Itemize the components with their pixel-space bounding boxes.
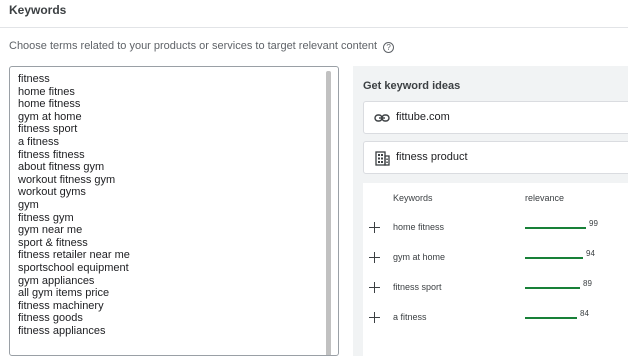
section-title: Keywords <box>9 3 67 17</box>
keyword-line: fitness <box>18 73 50 85</box>
keyword-line: gym appliances <box>18 274 95 287</box>
idea-keyword: a fitness <box>393 312 427 322</box>
product-value: fitness product <box>396 151 468 163</box>
keyword-ideas-panel: Get keyword ideas fittube.com fitness pr… <box>353 66 628 363</box>
keyword-line: home fitnes <box>18 85 75 98</box>
keyword-line: gym <box>18 198 39 211</box>
textarea-scrollbar[interactable] <box>326 71 331 355</box>
relevance-value: 94 <box>586 249 595 258</box>
keyword-idea-row: home fitness 99 <box>363 215 628 245</box>
keywords-list: fitness home fitnes home fitness gym at hom… <box>18 73 130 337</box>
keywords-header: Keywords <box>0 0 628 28</box>
link-icon <box>374 114 390 122</box>
relevance-value: 89 <box>583 279 592 288</box>
keywords-description: Choose terms related to your products or… <box>9 40 395 53</box>
add-keyword-icon[interactable] <box>369 252 380 263</box>
building-icon <box>375 151 390 166</box>
keyword-line: fitness sport <box>18 123 78 136</box>
keyword-line: sportschool equipment <box>18 261 129 274</box>
add-keyword-icon[interactable] <box>369 282 380 293</box>
keyword-ideas-results: Keywords relevance home fitness 99 gym at … <box>363 183 628 363</box>
keyword-line: fitness goods <box>18 312 83 325</box>
relevance-value: 84 <box>580 309 589 318</box>
keyword-line: fitness fitness <box>18 148 85 161</box>
relevance-bar <box>525 317 577 319</box>
relevance-bar <box>525 227 586 229</box>
keyword-line: fitness appliances <box>18 324 106 337</box>
keyword-line: home fitness <box>18 98 81 111</box>
keyword-idea-row: gym at home 94 <box>363 245 628 275</box>
idea-keyword: home fitness <box>393 222 445 232</box>
column-header-keywords: Keywords <box>393 193 433 203</box>
keyword-idea-row: a fitness 84 <box>363 305 628 335</box>
relevance-bar <box>525 257 583 259</box>
description-text: Choose terms related to your products or… <box>9 40 378 52</box>
relevance-value: 99 <box>589 219 598 228</box>
keyword-line: fitness retailer near me <box>18 249 130 262</box>
ideas-title: Get keyword ideas <box>363 80 461 92</box>
website-url-field[interactable]: fittube.com <box>363 101 628 134</box>
column-header-relevance: relevance <box>525 193 565 203</box>
website-url-value: fittube.com <box>396 111 450 123</box>
relevance-bar <box>525 287 580 289</box>
help-icon[interactable]: ? <box>383 42 395 53</box>
product-field[interactable]: fitness product <box>363 141 628 174</box>
keyword-line: gym near me <box>18 224 83 237</box>
keyword-line: about fitness gym <box>18 161 105 174</box>
keywords-textarea[interactable]: fitness home fitnes home fitness gym at hom… <box>9 66 339 356</box>
add-keyword-icon[interactable] <box>369 222 380 233</box>
keyword-line: workout fitness gym <box>18 173 116 186</box>
keyword-line: fitness gym <box>18 211 74 224</box>
keyword-line: all gym items price <box>18 287 110 300</box>
keyword-idea-row: fitness sport 89 <box>363 275 628 305</box>
idea-keyword: gym at home <box>393 252 446 262</box>
keyword-line: a fitness <box>18 135 59 148</box>
keyword-line: workout gyms <box>18 186 86 199</box>
keyword-line: gym at home <box>18 110 82 123</box>
add-keyword-icon[interactable] <box>369 312 380 323</box>
keyword-line: sport & fitness <box>18 236 88 249</box>
keyword-line: fitness machinery <box>18 299 104 312</box>
idea-keyword: fitness sport <box>393 282 442 292</box>
